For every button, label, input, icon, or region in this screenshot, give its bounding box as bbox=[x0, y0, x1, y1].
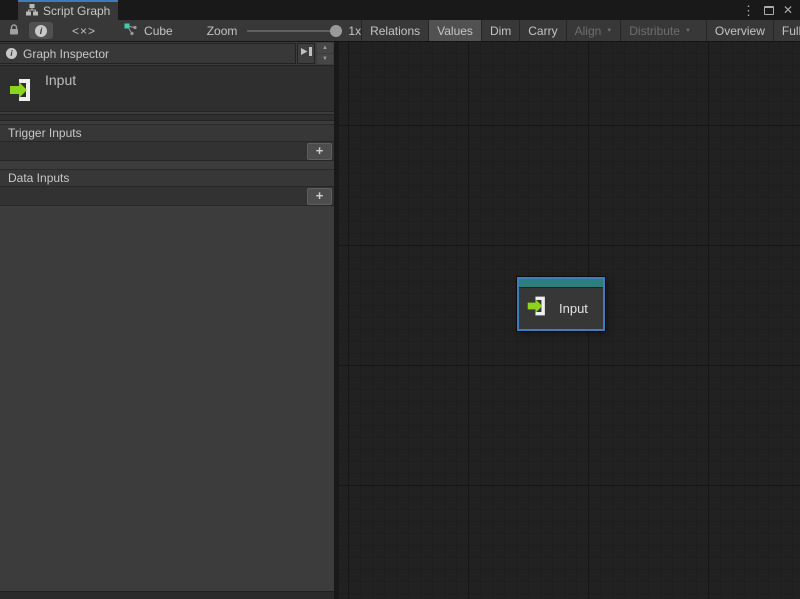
distribute-dropdown[interactable]: Distribute ▼ bbox=[620, 20, 699, 41]
zoom-slider-thumb[interactable] bbox=[330, 25, 342, 37]
inspector-bottom-strip bbox=[0, 591, 334, 599]
triangle-down-icon: ▼ bbox=[322, 56, 328, 62]
relations-button[interactable]: Relations bbox=[361, 20, 428, 41]
add-trigger-input-button[interactable]: + bbox=[307, 143, 332, 160]
distribute-label: Distribute bbox=[629, 24, 680, 38]
inspector-header-row: i Graph Inspector ▲ ▼ bbox=[0, 43, 334, 64]
input-node-body: Input bbox=[519, 288, 603, 328]
window-menu-icon[interactable]: ⋮ bbox=[742, 4, 755, 17]
code-preview-button[interactable]: <×> bbox=[54, 20, 114, 41]
main-area: i Graph Inspector ▲ ▼ bbox=[0, 42, 800, 599]
close-icon[interactable]: ✕ bbox=[783, 4, 793, 16]
code-icon: <×> bbox=[72, 24, 96, 38]
panel-scroll-spinner: ▲ ▼ bbox=[317, 43, 333, 64]
section-gap bbox=[0, 161, 334, 166]
values-button[interactable]: Values bbox=[428, 20, 481, 41]
zoom-label: Zoom bbox=[207, 24, 238, 38]
data-inputs-label: Data Inputs bbox=[8, 171, 69, 185]
dock-panel-button[interactable] bbox=[297, 43, 315, 64]
align-label: Align bbox=[575, 24, 602, 38]
input-unit-icon bbox=[526, 294, 550, 323]
input-node[interactable]: Input bbox=[517, 277, 605, 331]
window-controls: ⋮ ✕ bbox=[742, 0, 800, 20]
node-network-icon bbox=[124, 22, 138, 39]
trigger-inputs-header: Trigger Inputs bbox=[0, 124, 334, 141]
dim-button[interactable]: Dim bbox=[481, 20, 519, 41]
carry-label: Carry bbox=[528, 24, 557, 38]
trigger-inputs-label: Trigger Inputs bbox=[8, 126, 82, 140]
scroll-down-button[interactable]: ▼ bbox=[317, 54, 333, 64]
overview-label: Overview bbox=[715, 24, 765, 38]
add-data-input-button[interactable]: + bbox=[307, 188, 332, 205]
title-bar: Script Graph ⋮ ✕ bbox=[0, 0, 800, 20]
inspector-title: Graph Inspector bbox=[23, 47, 109, 61]
chevron-down-icon: ▼ bbox=[685, 28, 691, 34]
data-inputs-header: Data Inputs bbox=[0, 169, 334, 186]
inspector-toggle-button[interactable]: i bbox=[29, 22, 53, 39]
dock-right-icon bbox=[300, 45, 313, 63]
toolbar-right-group: Relations Values Dim Carry Align ▼ Distr… bbox=[361, 20, 800, 41]
zoom-slider[interactable] bbox=[247, 30, 339, 32]
overview-button[interactable]: Overview bbox=[706, 20, 773, 41]
toolbar-gap bbox=[699, 20, 706, 41]
carry-button[interactable]: Carry bbox=[519, 20, 565, 41]
align-dropdown[interactable]: Align ▼ bbox=[566, 20, 621, 41]
graph-hierarchy-icon bbox=[26, 4, 38, 19]
lock-icon bbox=[8, 23, 20, 39]
inspector-empty-space bbox=[0, 206, 334, 591]
inspector-header: i Graph Inspector bbox=[0, 43, 296, 64]
fullscreen-button[interactable]: Full Screen bbox=[773, 20, 800, 41]
graph-toolbar: i <×> Cube Zoom 1x Relations Values D bbox=[0, 20, 800, 42]
input-node-header bbox=[519, 279, 603, 288]
lock-button[interactable] bbox=[0, 20, 28, 41]
input-unit-icon bbox=[8, 76, 36, 109]
zoom-value: 1x bbox=[348, 24, 361, 38]
trigger-inputs-list: + bbox=[0, 141, 334, 161]
info-icon: i bbox=[35, 25, 47, 37]
scroll-up-button[interactable]: ▲ bbox=[317, 43, 333, 53]
dim-label: Dim bbox=[490, 24, 511, 38]
triangle-up-icon: ▲ bbox=[322, 45, 328, 51]
input-node-title: Input bbox=[559, 301, 588, 316]
unit-description-box bbox=[0, 114, 334, 121]
info-icon: i bbox=[6, 48, 17, 59]
zoom-control: Zoom 1x bbox=[207, 20, 361, 41]
tab-label: Script Graph bbox=[43, 4, 110, 18]
tab-script-graph[interactable]: Script Graph bbox=[18, 0, 118, 20]
maximize-icon[interactable] bbox=[764, 6, 774, 15]
relations-label: Relations bbox=[370, 24, 420, 38]
graph-owner-button[interactable]: Cube bbox=[114, 20, 183, 41]
fullscreen-label: Full Screen bbox=[782, 24, 800, 38]
unit-preview-title: Input bbox=[45, 72, 76, 88]
graph-inspector-panel: i Graph Inspector ▲ ▼ bbox=[0, 42, 334, 599]
unit-preview: Input bbox=[0, 65, 334, 112]
graph-canvas[interactable]: Input bbox=[339, 42, 800, 599]
chevron-down-icon: ▼ bbox=[606, 28, 612, 34]
data-inputs-list: + bbox=[0, 186, 334, 206]
values-label: Values bbox=[437, 24, 473, 38]
graph-owner-label: Cube bbox=[144, 24, 173, 38]
